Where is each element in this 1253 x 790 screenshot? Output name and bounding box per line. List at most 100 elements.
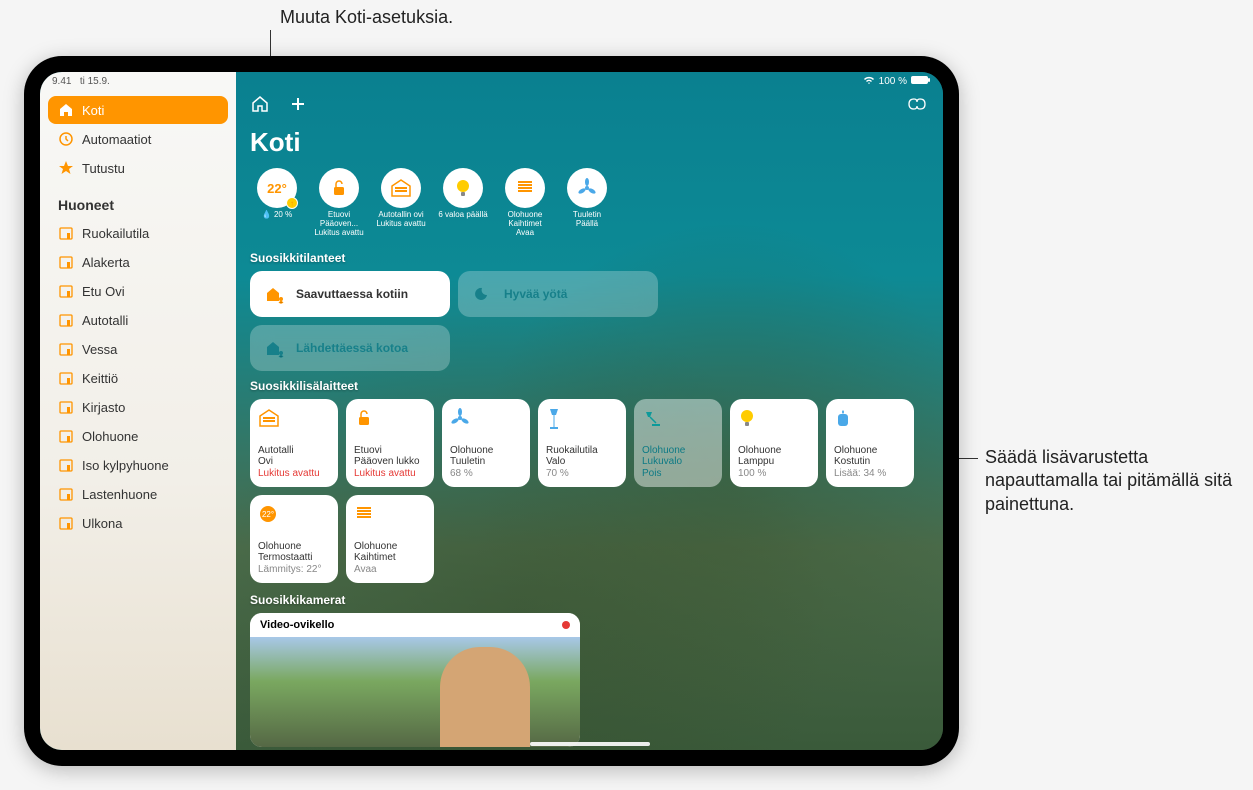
- status-pill[interactable]: Autotallin oviLukitus avattu: [374, 168, 428, 237]
- callout-home-settings: Muuta Koti-asetuksia.: [280, 6, 453, 29]
- tile-name: Termostaatti: [258, 552, 330, 564]
- tile-status: Lukitus avattu: [258, 468, 330, 480]
- sidebar-room-item[interactable]: Ulkona: [48, 509, 228, 537]
- sidebar-item-label: Tutustu: [82, 161, 125, 176]
- room-icon: [58, 312, 74, 328]
- tile-text: Etuovi Pääoven lukko Lukitus avattu: [354, 445, 426, 480]
- tile-room: Olohuone: [354, 541, 426, 553]
- accessory-tile[interactable]: Olohuone Lukuvalo Pois: [634, 399, 722, 487]
- blinds-icon: [354, 503, 426, 525]
- pill-icon: [443, 168, 483, 208]
- status-pill[interactable]: 22°↑💧 20 %: [250, 168, 304, 237]
- screen: 9.41 ti 15.9. 100 % Koti: [40, 72, 943, 750]
- section-accessories-label: Suosikkilisälaitteet: [250, 379, 929, 393]
- scene-good-night[interactable]: Hyvää yötä: [458, 271, 658, 317]
- home-icon: [58, 102, 74, 118]
- scene-leaving-home[interactable]: Lähdettäessä kotoa: [250, 325, 450, 371]
- sidebar-item-discover[interactable]: Tutustu: [48, 154, 228, 182]
- camera-preview: [250, 637, 580, 747]
- add-button[interactable]: [288, 94, 308, 119]
- sidebar-item-label: Automaatiot: [82, 132, 151, 147]
- room-label: Etu Ovi: [82, 284, 125, 299]
- pill-label: 💧 20 %: [262, 211, 292, 220]
- tile-status: 100 %: [738, 468, 810, 480]
- sidebar-room-item[interactable]: Olohuone: [48, 422, 228, 450]
- sidebar-room-item[interactable]: Lastenhuone: [48, 480, 228, 508]
- tile-name: Pääoven lukko: [354, 456, 426, 468]
- accessory-tile[interactable]: Olohuone Kostutin Lisää: 34 %: [826, 399, 914, 487]
- home-indicator[interactable]: [530, 742, 650, 746]
- lamp-desk-icon: [642, 407, 714, 429]
- main-content: Koti 22°↑💧 20 %Etuovi Pääoven...Lukitus …: [236, 72, 943, 750]
- room-icon: [58, 486, 74, 502]
- sidebar-room-item[interactable]: Ruokailutila: [48, 219, 228, 247]
- status-bar: 9.41 ti 15.9. 100 %: [40, 72, 943, 90]
- tile-name: Lamppu: [738, 456, 810, 468]
- sidebar-room-item[interactable]: Kirjasto: [48, 393, 228, 421]
- scene-label: Saavuttaessa kotiin: [296, 287, 408, 301]
- scene-arriving-home[interactable]: Saavuttaessa kotiin: [250, 271, 450, 317]
- sidebar-room-item[interactable]: Etu Ovi: [48, 277, 228, 305]
- tile-status: Lisää: 34 %: [834, 468, 906, 480]
- status-left: 9.41 ti 15.9.: [52, 76, 110, 87]
- status-date: ti 15.9.: [80, 76, 110, 87]
- room-icon: [58, 457, 74, 473]
- room-label: Autotalli: [82, 313, 128, 328]
- sidebar-item-home[interactable]: Koti: [48, 96, 228, 124]
- pill-label: Olohuone KaihtimetAvaa: [498, 211, 552, 237]
- room-label: Keittiö: [82, 371, 118, 386]
- room-label: Alakerta: [82, 255, 130, 270]
- status-pill[interactable]: Etuovi Pääoven...Lukitus avattu: [312, 168, 366, 237]
- battery-label: 100 %: [879, 76, 907, 87]
- intercom-button[interactable]: [907, 95, 929, 118]
- ipad-frame: 9.41 ti 15.9. 100 % Koti: [24, 56, 959, 766]
- thermostat-icon: 22°: [258, 503, 330, 525]
- accessory-tile[interactable]: Olohuone Kaihtimet Avaa: [346, 495, 434, 583]
- room-label: Ulkona: [82, 516, 122, 531]
- status-pill[interactable]: TuuletinPäällä: [560, 168, 614, 237]
- lock-open-icon: [354, 407, 426, 429]
- clock-icon: [58, 131, 74, 147]
- sidebar-item-automations[interactable]: Automaatiot: [48, 125, 228, 153]
- room-icon: [58, 515, 74, 531]
- accessory-tile[interactable]: Olohuone Lamppu 100 %: [730, 399, 818, 487]
- wifi-icon: [863, 75, 875, 88]
- home-settings-button[interactable]: [250, 94, 270, 119]
- sidebar-room-item[interactable]: Keittiö: [48, 364, 228, 392]
- status-pill[interactable]: 6 valoa päällä: [436, 168, 490, 237]
- sidebar-room-item[interactable]: Vessa: [48, 335, 228, 363]
- callout-adjust-accessory: Säädä lisävarustetta napauttamalla tai p…: [985, 446, 1245, 516]
- sidebar-room-item[interactable]: Alakerta: [48, 248, 228, 276]
- tile-text: Olohuone Kostutin Lisää: 34 %: [834, 445, 906, 480]
- tile-text: Olohuone Tuuletin 68 %: [450, 445, 522, 480]
- topbar: [250, 94, 929, 119]
- svg-text:22°: 22°: [262, 510, 274, 519]
- status-pills-row: 22°↑💧 20 %Etuovi Pääoven...Lukitus avatt…: [250, 168, 929, 237]
- room-icon: [58, 225, 74, 241]
- accessory-tile[interactable]: 22° Olohuone Termostaatti Lämmitys: 22°: [250, 495, 338, 583]
- accessory-tiles: Autotalli Ovi Lukitus avattu Etuovi Pääo…: [250, 399, 929, 583]
- fan-icon: [450, 407, 522, 429]
- sidebar-room-item[interactable]: Autotalli: [48, 306, 228, 334]
- accessory-tile[interactable]: Olohuone Tuuletin 68 %: [442, 399, 530, 487]
- tile-room: Ruokailutila: [546, 445, 618, 457]
- tile-room: Olohuone: [258, 541, 330, 553]
- tile-status: 68 %: [450, 468, 522, 480]
- tile-name: Valo: [546, 456, 618, 468]
- accessory-tile[interactable]: Etuovi Pääoven lukko Lukitus avattu: [346, 399, 434, 487]
- status-pill[interactable]: Olohuone KaihtimetAvaa: [498, 168, 552, 237]
- scene-icon: [264, 283, 286, 305]
- accessory-tile[interactable]: Autotalli Ovi Lukitus avattu: [250, 399, 338, 487]
- room-icon: [58, 283, 74, 299]
- humidifier-icon: [834, 407, 906, 429]
- pill-label: TuuletinPäällä: [573, 211, 601, 229]
- star-icon: [58, 160, 74, 176]
- status-right: 100 %: [863, 75, 931, 88]
- accessory-tile[interactable]: Ruokailutila Valo 70 %: [538, 399, 626, 487]
- scene-label: Lähdettäessä kotoa: [296, 341, 408, 355]
- badge-icon: ↑: [286, 197, 298, 209]
- battery-icon: [911, 75, 931, 88]
- sidebar-room-item[interactable]: Iso kylpyhuone: [48, 451, 228, 479]
- tile-text: Ruokailutila Valo 70 %: [546, 445, 618, 480]
- camera-tile[interactable]: Video-ovikello: [250, 613, 580, 747]
